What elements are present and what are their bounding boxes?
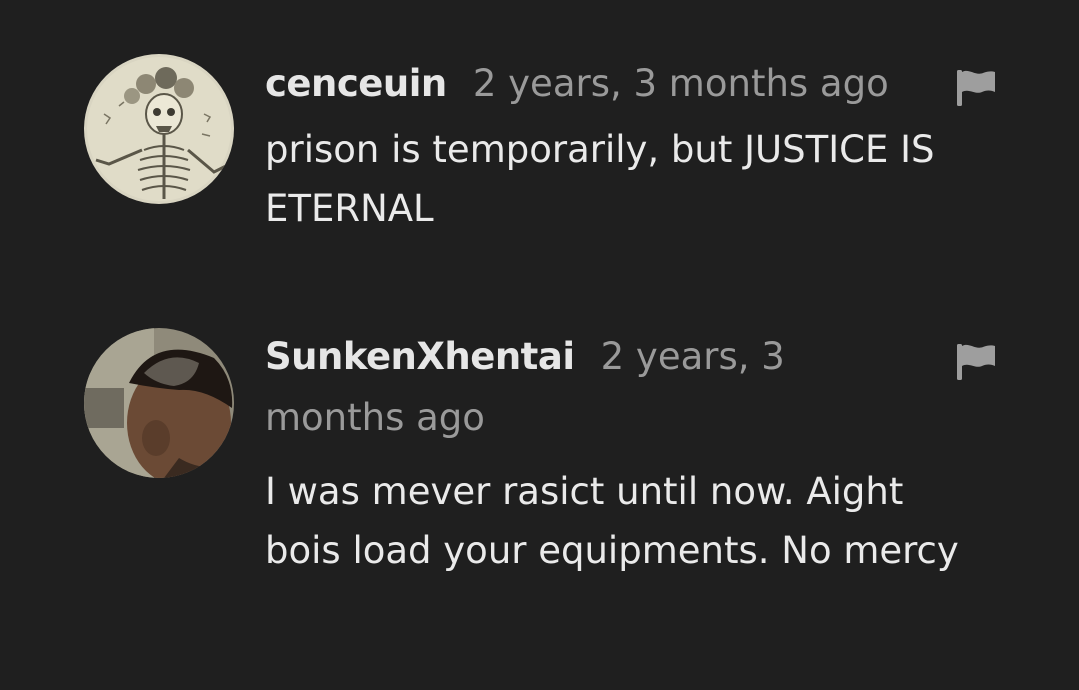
profile-photo-avatar-icon bbox=[84, 328, 234, 478]
comment-text: I was mever rasict until now. Aight bois… bbox=[265, 470, 959, 572]
flag-button[interactable] bbox=[955, 342, 997, 382]
comment-meta: SunkenXhentai 2 years, 3 months ago bbox=[265, 326, 825, 448]
username-link[interactable]: SunkenXhentai bbox=[265, 335, 575, 378]
flag-icon bbox=[957, 70, 995, 106]
skeleton-avatar-icon bbox=[84, 54, 234, 204]
timestamp[interactable]: 2 years, 3 months ago bbox=[473, 62, 889, 105]
comment-text: prison is temporarily, but JUSTICE IS ET… bbox=[265, 128, 935, 230]
comment-content: SunkenXhentai 2 years, 3 months ago I wa… bbox=[265, 326, 985, 580]
flag-button[interactable] bbox=[955, 68, 997, 108]
comment-content: cenceuin 2 years, 3 months ago prison is… bbox=[265, 52, 1025, 238]
flag-icon bbox=[957, 344, 995, 380]
comment-meta: cenceuin 2 years, 3 months ago bbox=[265, 52, 1025, 114]
avatar[interactable] bbox=[84, 328, 234, 478]
username-link[interactable]: cenceuin bbox=[265, 62, 447, 105]
avatar[interactable] bbox=[84, 54, 234, 204]
